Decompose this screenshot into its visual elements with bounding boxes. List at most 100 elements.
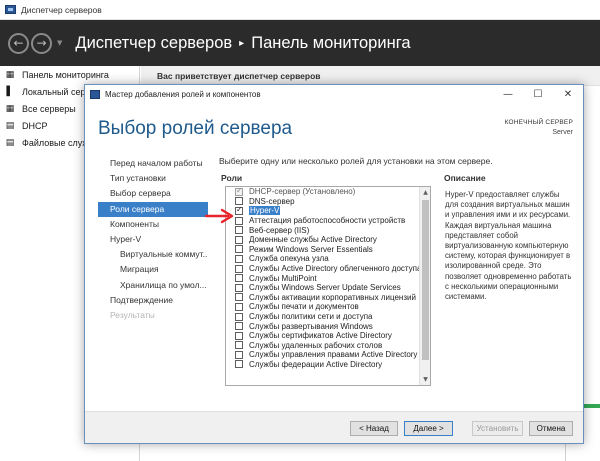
sidebar-item-dashboard[interactable]: ▦ Панель мониторинга (0, 66, 139, 83)
close-icon[interactable]: ✕ (553, 85, 583, 103)
role-label[interactable]: Hyper-V (249, 206, 281, 216)
role-label[interactable]: Службы федерации Active Directory (249, 360, 382, 369)
role-checkbox[interactable] (235, 254, 243, 263)
step-results: Результаты (110, 309, 155, 320)
roles-scrollbar[interactable]: ▲ ▼ (419, 187, 430, 385)
role-label[interactable]: Службы Active Directory облегченного дос… (249, 264, 427, 273)
role-ad-ds[interactable]: Доменные службы Active Directory (226, 235, 420, 245)
role-checkbox[interactable] (235, 350, 243, 359)
back-arrow-icon[interactable]: ← (8, 32, 29, 54)
step-features[interactable]: Компоненты (98, 217, 208, 232)
role-checkbox[interactable] (235, 283, 243, 292)
role-print-services[interactable]: Службы печати и документов (226, 302, 420, 312)
file-services-icon: ▤ (5, 137, 15, 148)
step-default-stores[interactable]: Хранилища по умол... (98, 278, 208, 293)
role-label[interactable]: Веб-сервер (IIS) (249, 226, 309, 235)
wizard-heading: Выбор ролей сервера (98, 118, 293, 139)
role-label[interactable]: Службы MultiPoint (249, 274, 317, 283)
role-label[interactable]: Службы развертывания Windows (249, 322, 373, 331)
all-servers-icon: ▦ (5, 103, 15, 114)
role-network-policy[interactable]: Службы политики сети и доступа (226, 312, 420, 322)
instruction-text: Выберите одну или несколько ролей для ус… (219, 156, 493, 166)
role-label[interactable]: Службы удаленных рабочих столов (249, 341, 382, 350)
role-checkbox[interactable] (235, 264, 243, 273)
role-dhcp: DHCP-сервер (Установлено) (226, 187, 420, 197)
breadcrumb-root[interactable]: Диспетчер серверов (75, 34, 232, 53)
role-ad-rms[interactable]: Службы управления правами Active Directo… (226, 350, 420, 360)
breadcrumb-separator-icon: ▸ (239, 37, 245, 49)
role-checkbox[interactable] (235, 302, 243, 311)
role-checkbox (235, 187, 243, 196)
role-ad-fs[interactable]: Службы федерации Active Directory (226, 360, 420, 370)
role-checkbox[interactable] (235, 360, 243, 369)
role-checkbox[interactable] (235, 312, 243, 321)
wizard-titlebar: Мастер добавления ролей и компонентов — … (85, 85, 583, 103)
role-label[interactable]: Аттестация работоспособности устройств (249, 216, 405, 225)
scroll-down-icon[interactable]: ▼ (420, 374, 430, 385)
sidebar-item-label: Все серверы (22, 103, 76, 114)
role-device-health[interactable]: Аттестация работоспособности устройств (226, 216, 420, 226)
roles-heading: Роли (221, 173, 243, 183)
destination-server-value: Server (552, 129, 573, 136)
role-checkbox[interactable] (235, 226, 243, 235)
step-virtual-switches[interactable]: Виртуальные коммут... (98, 247, 208, 262)
role-label[interactable]: Служба опекуна узла (249, 254, 329, 263)
app-header: ← → ▼ Диспетчер серверов ▸ Панель монито… (0, 20, 600, 66)
role-checkbox[interactable] (235, 322, 243, 331)
step-hyper-v[interactable]: Hyper-V (98, 232, 208, 247)
minimize-icon[interactable]: — (493, 85, 523, 103)
dhcp-icon: ▤ (5, 120, 15, 131)
role-ad-cs[interactable]: Службы сертификатов Active Directory (226, 331, 420, 341)
role-checkbox[interactable] (235, 245, 243, 254)
role-rds[interactable]: Службы удаленных рабочих столов (226, 341, 420, 351)
role-ad-lds[interactable]: Службы Active Directory облегченного дос… (226, 264, 427, 274)
back-button[interactable]: < Назад (350, 421, 398, 436)
breadcrumb-page: Панель мониторинга (251, 33, 411, 52)
role-checkbox[interactable] (235, 274, 243, 283)
role-checkbox[interactable] (235, 293, 243, 302)
role-wds[interactable]: Службы развертывания Windows (226, 321, 420, 331)
roles-list: DHCP-сервер (Установлено) DNS-сервер Hyp… (226, 187, 427, 370)
sidebar-item-label: Панель мониторинга (22, 69, 109, 80)
role-label[interactable]: Службы сертификатов Active Directory (249, 331, 392, 340)
role-checkbox[interactable] (235, 235, 243, 244)
role-label[interactable]: Службы управления правами Active Directo… (249, 350, 417, 359)
wizard-steps: Перед началом работы Тип установки Выбор… (98, 156, 208, 323)
app-title: Диспетчер серверов (21, 4, 102, 15)
role-label: DHCP-сервер (Установлено) (249, 187, 356, 197)
role-volume-activation[interactable]: Службы активации корпоративных лицензий (226, 293, 420, 303)
role-multipoint[interactable]: Службы MultiPoint (226, 273, 420, 283)
window-controls: — ☐ ✕ (493, 85, 583, 103)
local-server-icon: ▌ (6, 86, 14, 97)
role-label[interactable]: Режим Windows Server Essentials (249, 245, 373, 254)
role-checkbox[interactable] (235, 341, 243, 350)
role-dns[interactable]: DNS-сервер (226, 197, 420, 207)
red-arrow-icon (204, 208, 234, 224)
role-wsus[interactable]: Службы Windows Server Update Services (226, 283, 420, 293)
forward-arrow-icon[interactable]: → (31, 32, 52, 54)
scroll-up-icon[interactable]: ▲ (420, 187, 430, 198)
role-label[interactable]: Доменные службы Active Directory (249, 235, 377, 244)
cancel-button[interactable]: Отмена (529, 421, 573, 436)
role-label[interactable]: Службы активации корпоративных лицензий (249, 293, 416, 302)
scrollbar-thumb[interactable] (422, 200, 429, 360)
role-host-guardian[interactable]: Служба опекуна узла (226, 254, 420, 264)
role-iis[interactable]: Веб-сервер (IIS) (226, 225, 420, 235)
step-server-roles[interactable]: Роли сервера (98, 201, 208, 217)
role-checkbox[interactable] (235, 331, 243, 340)
role-label[interactable]: Службы политики сети и доступа (249, 312, 372, 321)
wizard-footer: < Назад Далее > Установить Отмена (85, 411, 583, 443)
next-button[interactable]: Далее > (404, 421, 453, 436)
step-confirmation[interactable]: Подтверждение (98, 293, 208, 308)
role-hyper-v[interactable]: Hyper-V (226, 205, 420, 216)
step-before-you-begin[interactable]: Перед началом работы (98, 156, 208, 171)
role-essentials[interactable]: Режим Windows Server Essentials (226, 245, 420, 255)
maximize-icon[interactable]: ☐ (523, 85, 553, 103)
history-dropdown-icon[interactable]: ▼ (57, 39, 62, 47)
role-label[interactable]: DNS-сервер (249, 197, 295, 206)
step-installation-type[interactable]: Тип установки (98, 171, 208, 186)
role-label[interactable]: Службы Windows Server Update Services (249, 283, 401, 292)
step-migration[interactable]: Миграция (98, 262, 208, 277)
role-label[interactable]: Службы печати и документов (249, 302, 359, 311)
step-server-selection[interactable]: Выбор сервера (98, 186, 208, 201)
